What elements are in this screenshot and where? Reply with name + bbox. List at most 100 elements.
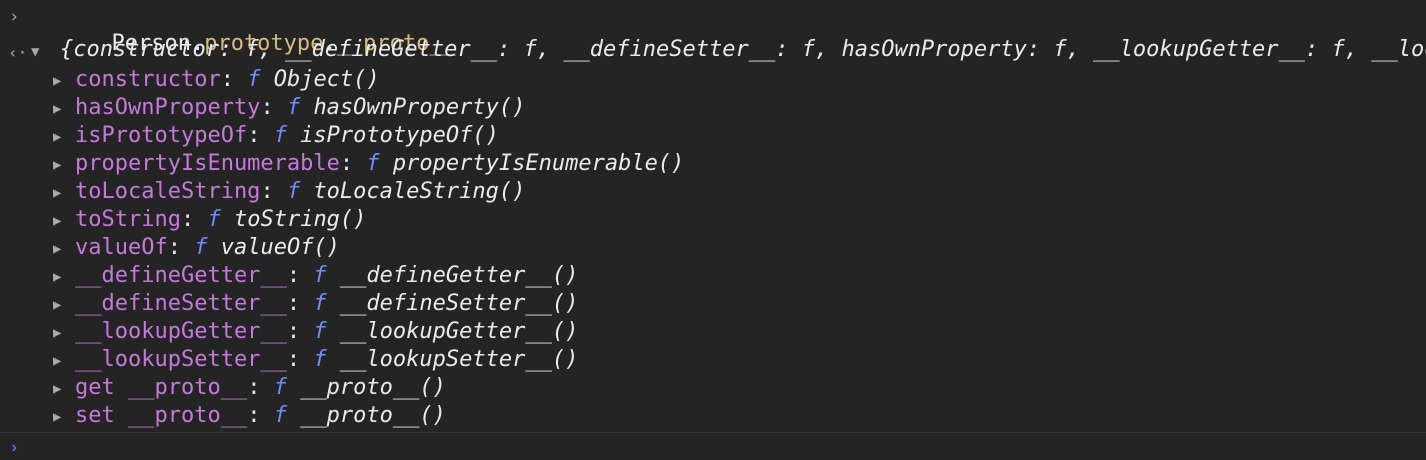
property-key: get __proto__ [75,375,248,400]
property-key: valueOf [75,235,168,260]
caret-right-icon[interactable]: ▶ [53,375,61,403]
property-row[interactable]: ▶ set __proto__: f __proto__() [0,402,1426,430]
function-signature: Object() [273,67,380,92]
function-marker: f [194,235,208,260]
caret-right-icon[interactable]: ▶ [53,67,61,95]
function-signature: __proto__() [300,403,446,428]
property-content: set __proto__: f __proto__() [75,402,446,430]
property-content: toLocaleString: f toLocaleString() [75,178,525,206]
property-colon: : [286,291,314,316]
caret-right-icon[interactable]: ▶ [53,347,61,375]
property-row[interactable]: ▶ get __proto__: f __proto__() [0,374,1426,402]
caret-right-icon[interactable]: ▶ [53,179,61,207]
property-row[interactable]: ▶ toString: f toString() [0,206,1426,234]
property-colon: : [339,151,367,176]
property-content: get __proto__: f __proto__() [75,374,446,402]
property-row[interactable]: ▶ __defineSetter__: f __defineSetter__() [0,290,1426,318]
function-signature: toString() [233,207,367,232]
property-key: hasOwnProperty [75,95,261,120]
property-row[interactable]: ▶ constructor: f Object() [0,66,1426,94]
property-row[interactable]: ▶ __defineGetter__: f __defineGetter__() [0,262,1426,290]
property-colon: : [260,95,287,120]
function-marker: f [273,403,287,428]
function-signature: __defineSetter__() [339,291,579,316]
function-marker: f [313,347,327,372]
property-colon: : [180,207,208,232]
caret-right-icon[interactable]: ▶ [53,403,61,431]
property-colon: : [247,123,274,148]
function-marker: f [286,95,301,120]
property-colon: : [286,263,314,288]
caret-down-icon[interactable]: ▼ [31,38,39,66]
property-content: __defineSetter__: f __defineSetter__() [75,290,578,318]
property-key: propertyIsEnumerable [75,151,340,176]
prompt-icon: › [9,438,20,458]
result-arrow-icon: ‹· [8,43,28,62]
property-row[interactable]: ▶ isPrototypeOf: f isPrototypeOf() [0,122,1426,150]
caret-right-icon[interactable]: ▶ [53,123,61,151]
property-colon: : [247,403,274,428]
property-colon: : [286,347,314,372]
console-result-row[interactable]: ‹· ▼ {constructor: f, __defineGetter__: … [0,36,1426,68]
property-row[interactable]: ▶ hasOwnProperty: f hasOwnProperty() [0,94,1426,122]
function-signature: __lookupSetter__() [339,347,579,372]
caret-right-icon[interactable]: ▶ [53,207,61,235]
property-colon: : [247,375,274,400]
property-row[interactable]: ▶ valueOf: f valueOf() [0,234,1426,262]
function-signature: __lookupGetter__() [339,319,579,344]
function-marker: f [313,319,327,344]
property-content: __lookupGetter__: f __lookupGetter__() [75,318,578,346]
caret-right-icon[interactable]: ▶ [53,291,61,319]
property-content: hasOwnProperty: f hasOwnProperty() [75,94,525,122]
property-content: __lookupSetter__: f __lookupSetter__() [75,346,578,374]
chevron-right-icon: › [9,7,20,27]
function-signature: hasOwnProperty() [313,95,526,120]
devtools-console: › Person.prototype.__proto__ ‹· ▼ {const… [0,0,1426,460]
caret-right-icon[interactable]: ▶ [53,151,61,179]
property-content: propertyIsEnumerable: f propertyIsEnumer… [75,150,684,178]
function-marker: f [313,291,327,316]
property-colon: : [167,235,195,260]
property-content: isPrototypeOf: f isPrototypeOf() [75,122,499,150]
function-marker: f [313,263,327,288]
function-signature: propertyIsEnumerable() [392,151,685,176]
property-colon: : [220,67,248,92]
property-list: ▶ constructor: f Object() ▶ hasOwnProperty:… [0,66,1426,430]
property-key: isPrototypeOf [75,123,248,148]
property-key: __defineSetter__ [75,291,287,316]
console-input-row: › Person.prototype.__proto__ [0,2,1426,56]
function-signature: __proto__() [300,375,446,400]
property-key: toLocaleString [75,179,261,204]
property-key: constructor [75,67,221,92]
property-key: __lookupGetter__ [75,319,287,344]
property-key: toString [75,207,181,232]
property-key: set __proto__ [75,403,248,428]
caret-right-icon[interactable]: ▶ [53,319,61,347]
function-marker: f [207,207,221,232]
property-row[interactable]: ▶ toLocaleString: f toLocaleString() [0,178,1426,206]
property-colon: : [286,319,314,344]
property-row[interactable]: ▶ propertyIsEnumerable: f propertyIsEnume… [0,150,1426,178]
property-colon: : [260,179,287,204]
property-key: __defineGetter__ [75,263,287,288]
property-content: __defineGetter__: f __defineGetter__() [75,262,578,290]
function-signature: toLocaleString() [313,179,526,204]
object-summary[interactable]: {constructor: f, __defineGetter__: f, __… [60,36,1426,64]
function-marker: f [366,151,380,176]
property-content: toString: f toString() [75,206,366,234]
function-marker: f [273,123,287,148]
caret-right-icon[interactable]: ▶ [53,95,61,123]
caret-right-icon[interactable]: ▶ [53,235,61,263]
function-marker: f [247,67,261,92]
function-signature: __defineGetter__() [339,263,579,288]
function-signature: isPrototypeOf() [300,123,499,148]
function-marker: f [286,179,301,204]
property-row[interactable]: ▶ __lookupGetter__: f __lookupGetter__() [0,318,1426,346]
property-content: valueOf: f valueOf() [75,234,340,262]
property-row[interactable]: ▶ __lookupSetter__: f __lookupSetter__() [0,346,1426,374]
caret-right-icon[interactable]: ▶ [53,263,61,291]
property-key: __lookupSetter__ [75,347,287,372]
function-signature: valueOf() [220,235,340,260]
console-prompt-row[interactable]: › [0,432,1426,460]
function-marker: f [273,375,287,400]
